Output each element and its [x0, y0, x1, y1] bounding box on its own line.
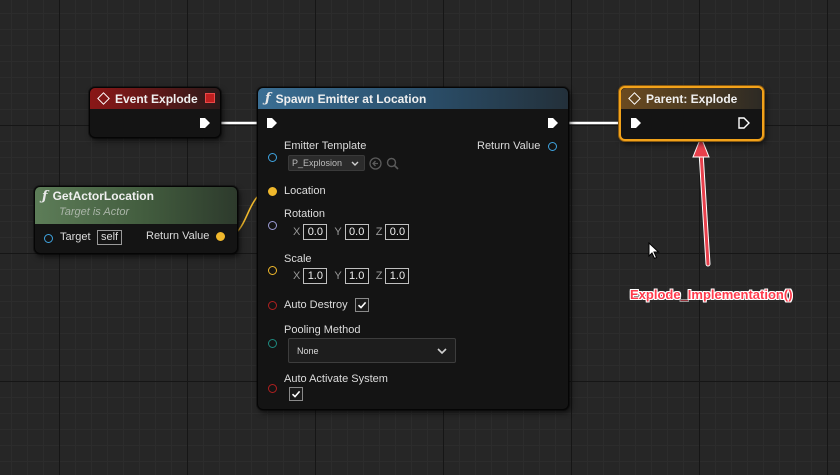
- scale-fields: X 1.0 Y 1.0 Z 1.0: [293, 268, 416, 284]
- get-actor-location-subtitle: Target is Actor: [59, 206, 130, 218]
- rotation-pin[interactable]: [268, 221, 277, 230]
- event-diamond-icon: [628, 92, 641, 105]
- auto-activate-label: Auto Activate System: [284, 373, 388, 385]
- parent-explode-header[interactable]: Parent: Explode: [621, 88, 762, 109]
- spawn-emitter-header[interactable]: ƒ Spawn Emitter at Location: [258, 88, 568, 109]
- emitter-template-label: Emitter Template: [284, 140, 367, 152]
- spawn-emitter-node[interactable]: ƒ Spawn Emitter at Location Emitter Temp…: [257, 87, 569, 410]
- target-pin[interactable]: [44, 234, 53, 243]
- chevron-down-icon: [351, 161, 359, 166]
- checkmark-icon: [357, 301, 367, 309]
- pooling-method-label: Pooling Method: [284, 324, 361, 336]
- spawn-emitter-title: Spawn Emitter at Location: [275, 91, 427, 106]
- get-actor-location-node[interactable]: ƒ GetActorLocation Target is Actor Targe…: [34, 186, 238, 254]
- location-label: Location: [284, 185, 326, 197]
- target-self-field[interactable]: self: [97, 230, 123, 245]
- spawn-return-value-label: Return Value: [477, 140, 541, 152]
- rotation-x-field[interactable]: 0.0: [303, 224, 328, 240]
- auto-activate-pin[interactable]: [268, 384, 277, 393]
- auto-activate-checkbox[interactable]: [289, 387, 303, 401]
- scale-z-field[interactable]: 1.0: [385, 268, 410, 284]
- use-selected-asset-icon[interactable]: [369, 157, 382, 170]
- parent-exec-in-pin[interactable]: [630, 117, 642, 129]
- parent-explode-title: Parent: Explode: [646, 91, 738, 106]
- rotation-fields: X 0.0 Y 0.0 Z 0.0: [293, 224, 416, 240]
- rotation-y-field[interactable]: 0.0: [344, 224, 369, 240]
- emitter-template-select[interactable]: P_Explosion: [288, 155, 365, 171]
- spawn-exec-in-pin[interactable]: [266, 117, 278, 129]
- target-label: Target: [60, 231, 91, 243]
- scale-y-field[interactable]: 1.0: [344, 268, 369, 284]
- rotation-y-axis-label: Y: [334, 226, 342, 238]
- browse-search-icon[interactable]: [386, 157, 399, 170]
- parent-explode-node[interactable]: Parent: Explode: [619, 86, 764, 141]
- checkmark-icon: [291, 390, 301, 398]
- pooling-method-value: None: [297, 345, 319, 356]
- rotation-z-field[interactable]: 0.0: [385, 224, 410, 240]
- event-explode-node[interactable]: Event Explode: [89, 87, 221, 138]
- event-explode-exec-out-pin[interactable]: [199, 117, 211, 129]
- location-pin[interactable]: [268, 187, 277, 196]
- scale-z-axis-label: Z: [375, 270, 383, 282]
- emitter-template-value: P_Explosion: [292, 158, 343, 168]
- mouse-cursor-icon: [648, 242, 660, 260]
- event-explode-title: Event Explode: [115, 91, 198, 106]
- scale-x-field[interactable]: 1.0: [303, 268, 328, 284]
- function-f-icon: ƒ: [265, 91, 271, 106]
- chevron-down-icon: [437, 348, 447, 355]
- auto-destroy-label: Auto Destroy: [284, 299, 348, 311]
- get-actor-return-value-label: Return Value: [146, 230, 210, 242]
- spawn-exec-out-pin[interactable]: [547, 117, 559, 129]
- explode-implementation-annotation: Explode_Implementation(): [630, 287, 793, 302]
- event-explode-header[interactable]: Event Explode: [90, 88, 220, 109]
- rotation-z-axis-label: Z: [375, 226, 383, 238]
- rotation-label: Rotation: [284, 208, 325, 220]
- get-actor-return-value-pin[interactable]: [216, 232, 225, 241]
- pooling-method-pin[interactable]: [268, 339, 277, 348]
- function-f-icon: ƒ: [42, 189, 48, 204]
- annotation-arrow: [692, 135, 711, 267]
- rotation-x-axis-label: X: [293, 226, 301, 238]
- get-actor-location-title: GetActorLocation: [52, 189, 154, 203]
- spawn-return-value-pin[interactable]: [548, 142, 557, 151]
- event-diamond-icon: [97, 92, 110, 105]
- auto-destroy-checkbox[interactable]: [355, 298, 369, 312]
- auto-destroy-pin[interactable]: [268, 301, 277, 310]
- parent-exec-out-pin[interactable]: [738, 117, 750, 129]
- emitter-template-pin[interactable]: [268, 153, 277, 162]
- scale-y-axis-label: Y: [334, 270, 342, 282]
- scale-label: Scale: [284, 253, 312, 265]
- get-actor-location-header[interactable]: ƒ GetActorLocation Target is Actor: [35, 187, 237, 224]
- delegate-red-square-icon[interactable]: [205, 93, 215, 103]
- scale-x-axis-label: X: [293, 270, 301, 282]
- scale-pin[interactable]: [268, 266, 277, 275]
- pooling-method-dropdown[interactable]: None: [288, 338, 456, 363]
